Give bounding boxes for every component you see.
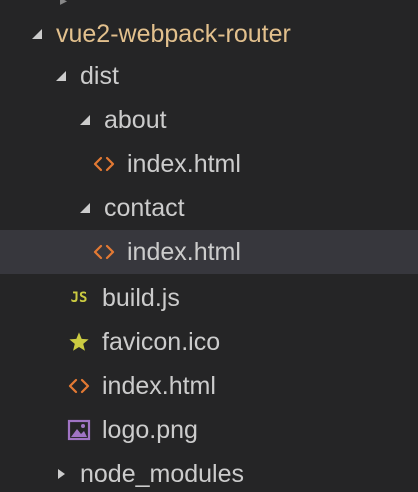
chevron-down-icon[interactable] <box>76 111 94 129</box>
js-icon: JS <box>70 290 88 306</box>
tree-file-logo[interactable]: logo.png <box>0 408 418 452</box>
html-icon <box>66 374 92 398</box>
tree-root-folder[interactable]: vue2-webpack-router <box>0 12 418 56</box>
tree-folder-dist[interactable]: dist <box>0 54 418 98</box>
tree-item-label: favicon.ico <box>102 328 221 356</box>
tree-item-label: node_modules <box>80 460 245 488</box>
tree-file-dist-index[interactable]: index.html <box>0 364 418 408</box>
tree-item-label: contact <box>104 194 185 222</box>
image-icon <box>66 418 92 442</box>
tree-item-label: index.html <box>127 238 241 266</box>
tree-root-label: vue2-webpack-router <box>56 20 291 48</box>
file-explorer: ▸ vue2-webpack-router dist about index.h… <box>0 0 418 492</box>
tree-folder-node-modules[interactable]: node_modules <box>0 452 418 492</box>
tree-folder-about[interactable]: about <box>0 98 418 142</box>
star-icon <box>66 330 92 354</box>
tree-file-build-js[interactable]: JS build.js <box>0 276 418 320</box>
tree-file-about-index[interactable]: index.html <box>0 142 418 186</box>
chevron-down-icon[interactable] <box>28 25 46 43</box>
tree-item-label: logo.png <box>102 416 198 444</box>
tree-item-label: index.html <box>102 372 216 400</box>
tree-item-label: about <box>104 106 167 134</box>
html-icon <box>91 152 117 176</box>
html-icon <box>91 240 117 264</box>
clipped-row-remnant: ▸ <box>60 0 68 8</box>
tree-item-label: build.js <box>102 284 180 312</box>
chevron-right-icon[interactable] <box>52 465 70 483</box>
chevron-down-icon[interactable] <box>52 67 70 85</box>
chevron-down-icon[interactable] <box>76 199 94 217</box>
tree-file-favicon[interactable]: favicon.ico <box>0 320 418 364</box>
tree-file-contact-index[interactable]: index.html <box>0 230 418 274</box>
tree-folder-contact[interactable]: contact <box>0 186 418 230</box>
tree-item-label: dist <box>80 62 119 90</box>
tree-item-label: index.html <box>127 150 241 178</box>
